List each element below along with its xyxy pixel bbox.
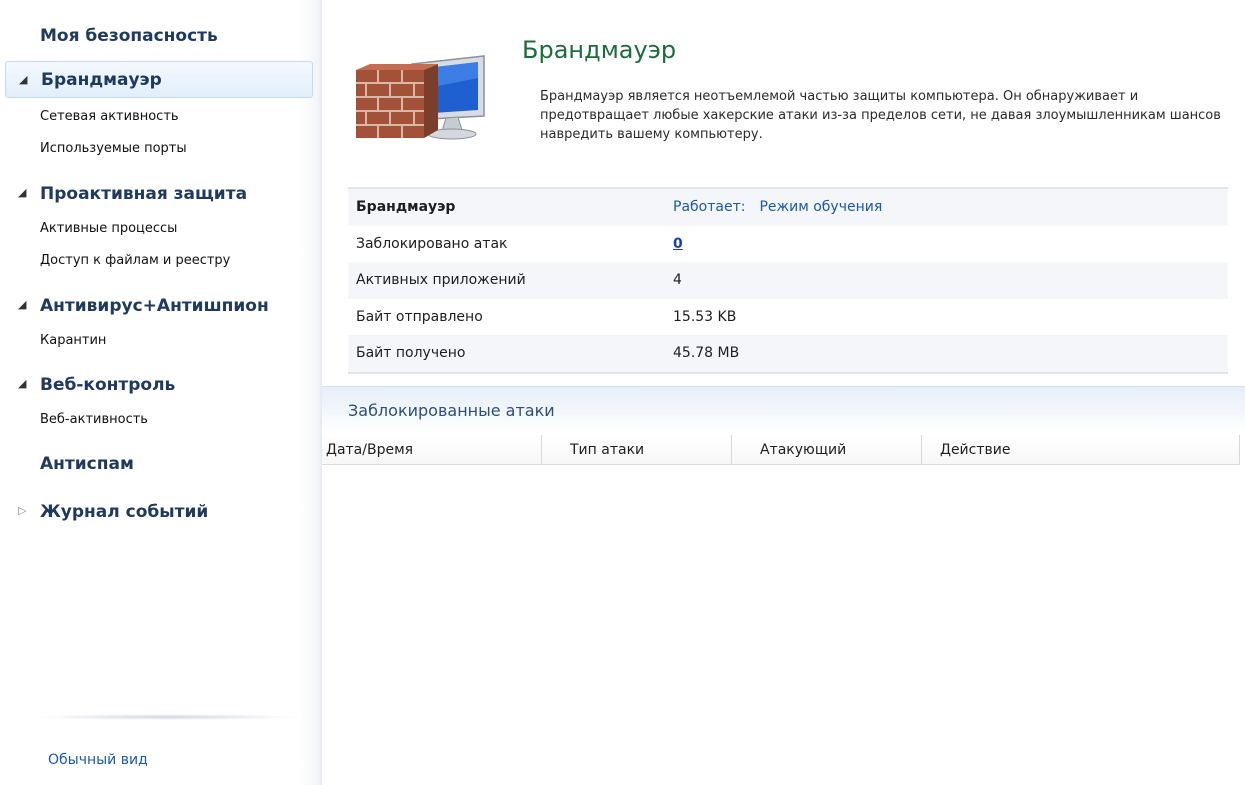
column-header-datetime[interactable]: Дата/Время [322,435,542,465]
expanded-arrow-icon[interactable]: ◢ [19,74,31,86]
info-row-status: Брандмауэр Работает: Режим обучения [348,189,1228,226]
bytes-sent-value: 15.53 KB [673,308,737,325]
nav-subitem-files-registry[interactable]: Доступ к файлам и реестру [0,244,322,276]
sidebar-divider [32,714,302,720]
nav-group-firewall: ◢ Брандмауэр Сетевая активность Использу… [0,61,322,164]
nav-item-event-log[interactable]: ▷ Журнал событий [0,493,322,530]
nav-group-antivirus: ◢ Антивирус+Антишпион Карантин [0,287,322,356]
active-apps-value: 4 [673,272,682,289]
main-panel: Брандмауэр Брандмауэр является неотъемле… [322,0,1245,785]
nav-group-web-control: ◢ Веб-контроль Веб-активность [0,366,322,435]
expanded-arrow-icon[interactable]: ◢ [18,187,30,199]
nav-group-antispam: Антиспам [0,445,322,482]
collapsed-arrow-icon[interactable]: ▷ [18,505,30,517]
blocked-attacks-table-header: Дата/Время Тип атаки Атакующий Действие [322,435,1240,465]
nav-item-web-control[interactable]: ◢ Веб-контроль [0,366,322,403]
nav-item-label: Проактивная защита [40,183,248,204]
page-description: Брандмауэр является неотъемлемой частью … [540,89,1221,142]
nav-item-antispam[interactable]: Антиспам [0,445,322,482]
blocked-attacks-label: Заблокировано атак [356,235,508,252]
firewall-brick-wall-icon [356,55,485,140]
status-value-link[interactable]: Работает: [673,199,745,215]
info-row-sent: Байт отправлено 15.53 KB [348,299,1228,336]
info-row-blocked: Заблокировано атак 0 [348,226,1228,263]
info-row-apps: Активных приложений 4 [348,262,1228,299]
nav-group-proactive: ◢ Проактивная защита Активные процессы Д… [0,175,322,276]
learning-mode-link[interactable]: Режим обучения [759,199,882,215]
nav-subitem-web-activity[interactable]: Веб-активность [0,403,322,435]
nav-group-event-log: ▷ Журнал событий [0,493,322,530]
bytes-received-label: Байт получено [356,345,466,362]
section-title: Заблокированные атаки [348,401,555,420]
nav-item-label: Брандмауэр [41,69,162,90]
nav-item-antivirus[interactable]: ◢ Антивирус+Антишпион [0,287,322,324]
bytes-sent-label: Байт отправлено [356,308,483,325]
column-header-attacker[interactable]: Атакующий [732,435,922,465]
nav-item-label: Веб-контроль [40,374,176,395]
nav-subitem-ports[interactable]: Используемые порты [0,132,322,164]
column-header-action[interactable]: Действие [922,435,1240,465]
info-row-received: Байт получено 45.78 MB [348,335,1228,372]
sidebar-title: Моя безопасность [40,26,218,46]
normal-view-link[interactable]: Обычный вид [48,752,148,768]
firewall-info-table: Брандмауэр Работает: Режим обучения Забло… [348,187,1228,374]
nav-item-proactive[interactable]: ◢ Проактивная защита [0,175,322,212]
nav-item-firewall[interactable]: ◢ Брандмауэр [5,61,313,98]
nav-item-label: Журнал событий [40,501,209,522]
bytes-received-value: 45.78 MB [673,345,740,362]
page-title: Брандмауэр [522,36,677,64]
blocked-attacks-count-link[interactable]: 0 [673,236,683,252]
column-header-attack-type[interactable]: Тип атаки [542,435,732,465]
status-label: Брандмауэр [356,199,456,216]
active-apps-label: Активных приложений [356,272,526,289]
nav-subitem-processes[interactable]: Активные процессы [0,212,322,244]
expanded-arrow-icon[interactable]: ◢ [18,299,30,311]
nav-item-label: Антивирус+Антишпион [40,295,269,316]
nav-subitem-quarantine[interactable]: Карантин [0,324,322,356]
nav-item-label: Антиспам [40,453,134,474]
expanded-arrow-icon[interactable]: ◢ [18,378,30,390]
blocked-attacks-section-header: Заблокированные атаки [322,386,1245,432]
nav-subitem-network-activity[interactable]: Сетевая активность [0,100,322,132]
sidebar: Моя безопасность ◢ Брандмауэр Сетевая ак… [0,0,322,785]
